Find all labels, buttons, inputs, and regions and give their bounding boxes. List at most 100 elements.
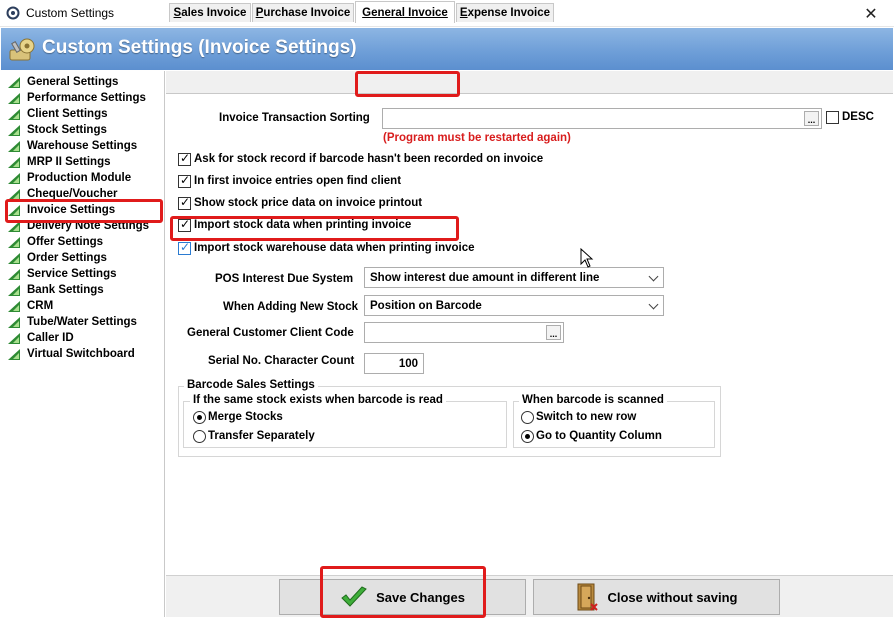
sorting-label: Invoice Transaction Sorting — [219, 112, 370, 124]
sidebar-item-tube-water-settings[interactable]: Tube/Water Settings — [8, 314, 137, 330]
open-find-client-checkbox[interactable] — [178, 173, 191, 188]
ellipsis-browse-icon[interactable]: ... — [546, 325, 561, 340]
transfer-separately-radio[interactable] — [193, 430, 206, 443]
adding-stock-value: Position on Barcode — [370, 299, 482, 312]
tree-node-icon — [8, 108, 20, 120]
show-stock-price-checkbox[interactable] — [178, 195, 191, 210]
import-stock-data-label: Import stock data when printing invoice — [194, 219, 412, 231]
tree-node-icon — [8, 124, 20, 136]
ask-stock-record-checkbox[interactable] — [178, 151, 191, 166]
goto-quantity-label: Go to Quantity Column — [536, 430, 662, 442]
app-icon — [6, 6, 20, 20]
sidebar-item-warehouse-settings[interactable]: Warehouse Settings — [8, 138, 137, 154]
import-warehouse-data-label: Import stock warehouse data when printin… — [194, 242, 475, 254]
sidebar-item-service-settings[interactable]: Service Settings — [8, 266, 116, 282]
tab-purchase-invoice[interactable]: Purchase Invoice — [252, 3, 354, 22]
sidebar-item-delivery-note-settings[interactable]: Delivery Note Settings — [8, 218, 149, 234]
sidebar-item-performance-settings[interactable]: Performance Settings — [8, 90, 146, 106]
sorting-field[interactable]: ... — [382, 108, 822, 129]
client-code-field[interactable]: ... — [364, 322, 564, 343]
sidebar-item-bank-settings[interactable]: Bank Settings — [8, 282, 104, 298]
tree-node-icon — [8, 140, 20, 152]
window-title: Custom Settings — [26, 6, 115, 20]
switch-new-row-radio[interactable] — [521, 411, 534, 424]
bottom-action-bar — [166, 575, 893, 617]
sidebar-item-label: Order Settings — [27, 252, 107, 264]
header-banner: Custom Settings (Invoice Settings) — [1, 28, 893, 70]
sidebar-item-invoice-settings[interactable]: Invoice Settings — [8, 202, 115, 218]
tab-access-key: S — [173, 7, 182, 19]
serial-count-value: 100 — [398, 357, 418, 370]
import-warehouse-data-checkbox[interactable] — [178, 240, 191, 255]
import-stock-data-checkbox[interactable] — [178, 217, 191, 232]
tab-strip — [166, 71, 893, 93]
merge-stocks-radio[interactable] — [193, 411, 206, 424]
barcode-settings-title: Barcode Sales Settings — [184, 379, 318, 391]
serial-count-field[interactable]: 100 — [364, 353, 424, 374]
tab-label: urchase Invoice — [263, 7, 351, 19]
tree-node-icon — [8, 316, 20, 328]
exit-door-icon — [577, 583, 599, 611]
tab-sales-invoice[interactable]: Sales Invoice — [169, 3, 251, 22]
sidebar-item-cheque-voucher[interactable]: Cheque/Voucher — [8, 186, 118, 202]
sidebar-item-label: Tube/Water Settings — [27, 316, 137, 328]
sidebar-item-label: Production Module — [27, 172, 132, 184]
sidebar-item-label: Cheque/Voucher — [27, 188, 118, 200]
sidebar-item-label: Invoice Settings — [27, 204, 116, 216]
tree-node-icon — [8, 348, 20, 360]
tab-general-invoice[interactable]: General Invoice — [355, 1, 455, 23]
mouse-cursor-icon — [580, 248, 594, 268]
tree-node-icon — [8, 172, 20, 184]
sidebar-item-client-settings[interactable]: Client Settings — [8, 106, 108, 122]
ellipsis-browse-icon[interactable]: ... — [804, 111, 819, 126]
close-window-icon[interactable]: ✕ — [848, 0, 894, 27]
sidebar-item-label: Virtual Switchboard — [27, 348, 135, 360]
sidebar-item-label: MRP II Settings — [27, 156, 111, 168]
tab-expense-invoice[interactable]: Expense Invoice — [456, 3, 554, 22]
save-changes-button[interactable]: Save Changes — [279, 579, 526, 615]
tree-node-icon — [8, 284, 20, 296]
tree-node-icon — [8, 220, 20, 232]
pos-interest-value: Show interest due amount in different li… — [370, 271, 600, 284]
sidebar-item-production-module[interactable]: Production Module — [8, 170, 131, 186]
close-without-saving-button[interactable]: Close without saving — [533, 579, 780, 615]
sidebar-item-general-settings[interactable]: General Settings — [8, 74, 118, 90]
chevron-down-icon — [648, 299, 659, 310]
page-title: Custom Settings (Invoice Settings) — [42, 37, 357, 58]
pos-interest-dropdown[interactable]: Show interest due amount in different li… — [364, 267, 664, 288]
sidebar-item-label: CRM — [27, 300, 54, 312]
desc-label: DESC — [842, 111, 874, 123]
tree-node-icon — [8, 236, 20, 248]
sidebar-item-caller-id[interactable]: Caller ID — [8, 330, 74, 346]
save-changes-label: Save Changes — [376, 589, 465, 605]
switch-new-row-label: Switch to new row — [536, 411, 637, 423]
tree-node-icon — [8, 300, 20, 312]
sidebar-item-label: Performance Settings — [27, 92, 146, 104]
sidebar-item-order-settings[interactable]: Order Settings — [8, 250, 107, 266]
scanned-title: When barcode is scanned — [519, 394, 667, 406]
transfer-separately-label: Transfer Separately — [208, 430, 315, 442]
adding-stock-label: When Adding New Stock — [223, 301, 359, 313]
sidebar-item-label: Client Settings — [27, 108, 108, 120]
tree-node-icon — [8, 76, 20, 88]
close-without-saving-label: Close without saving — [607, 589, 738, 605]
tab-access-key: E — [459, 7, 468, 19]
sidebar-item-label: Stock Settings — [27, 124, 107, 136]
sidebar-item-crm[interactable]: CRM — [8, 298, 53, 314]
sidebar-item-stock-settings[interactable]: Stock Settings — [8, 122, 107, 138]
tree-node-icon — [8, 188, 20, 200]
sidebar-item-label: Delivery Note Settings — [27, 220, 150, 232]
sidebar-item-mrp-settings[interactable]: MRP II Settings — [8, 154, 111, 170]
desc-checkbox[interactable] — [826, 111, 839, 124]
merge-stocks-label: Merge Stocks — [208, 411, 283, 423]
client-code-label: General Customer Client Code — [187, 327, 354, 339]
tab-label: eneral Invoice — [371, 6, 448, 19]
sidebar-item-offer-settings[interactable]: Offer Settings — [8, 234, 103, 250]
goto-quantity-radio[interactable] — [521, 430, 534, 443]
adding-stock-dropdown[interactable]: Position on Barcode — [364, 295, 664, 316]
same-stock-title: If the same stock exists when barcode is… — [190, 394, 446, 406]
sidebar-item-label: Caller ID — [27, 332, 74, 344]
sidebar-item-virtual-switchboard[interactable]: Virtual Switchboard — [8, 346, 135, 362]
chevron-down-icon — [648, 271, 659, 282]
tab-label: xpense Invoice — [467, 7, 551, 19]
